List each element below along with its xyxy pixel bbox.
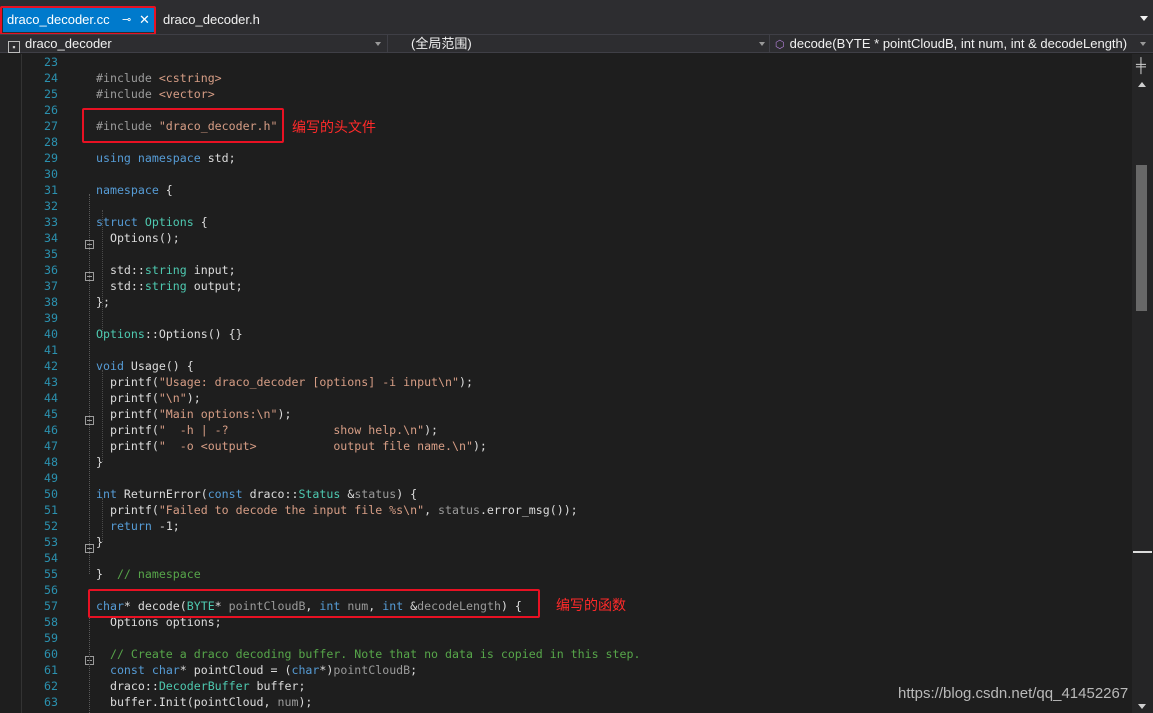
line-number: 47 — [44, 439, 58, 453]
line-number: 61 — [44, 663, 58, 677]
chevron-down-icon[interactable] — [759, 42, 765, 46]
line-number: 48 — [44, 455, 58, 469]
line-number: 24 — [44, 71, 58, 85]
line-number: 28 — [44, 135, 58, 149]
code-line[interactable]: } // namespace — [96, 566, 201, 582]
code-line[interactable]: namespace { — [96, 182, 173, 198]
line-number: 56 — [44, 583, 58, 597]
code-line[interactable]: void Usage() { — [96, 358, 194, 374]
line-number: 41 — [44, 343, 58, 357]
line-number: 49 — [44, 471, 58, 485]
scroll-up-icon[interactable] — [1138, 82, 1146, 87]
line-number: 51 — [44, 503, 58, 517]
chevron-down-icon[interactable] — [375, 42, 381, 46]
code-line[interactable]: #include <vector> — [96, 86, 215, 102]
header-annotation-box — [82, 108, 284, 143]
line-number: 57 — [44, 599, 58, 613]
line-number: 26 — [44, 103, 58, 117]
code-line[interactable]: buffer.Init(pointCloud, num); — [96, 694, 312, 710]
code-line[interactable]: Options(); — [96, 230, 180, 246]
tab-overflow-dropdown-icon[interactable] — [1140, 16, 1148, 21]
project-icon: ▪ — [8, 41, 20, 53]
code-line[interactable]: printf(" -o <output> output file name.\n… — [96, 438, 487, 454]
line-number: 43 — [44, 375, 58, 389]
line-number: 32 — [44, 199, 58, 213]
code-line[interactable]: printf("Usage: draco_decoder [options] -… — [96, 374, 473, 390]
line-number: 33 — [44, 215, 58, 229]
code-line[interactable]: struct Options { — [96, 214, 208, 230]
line-number: 46 — [44, 423, 58, 437]
line-number: 59 — [44, 631, 58, 645]
code-line[interactable]: Options::Options() {} — [96, 326, 243, 342]
code-line[interactable]: printf("Failed to decode the input file … — [96, 502, 578, 518]
line-number: 38 — [44, 295, 58, 309]
scope-dropdown[interactable]: (全局范围) — [411, 35, 472, 53]
scroll-down-icon[interactable] — [1138, 704, 1146, 709]
line-number: 50 — [44, 487, 58, 501]
header-annotation-label: 编写的头文件 — [292, 119, 376, 135]
line-number: 55 — [44, 567, 58, 581]
line-number: 29 — [44, 151, 58, 165]
line-number: 30 — [44, 167, 58, 181]
code-line[interactable]: printf(" -h | -? show help.\n"); — [96, 422, 438, 438]
line-number: 45 — [44, 407, 58, 421]
line-number: 54 — [44, 551, 58, 565]
function-annotation-label: 编写的函数 — [556, 597, 626, 613]
vertical-scrollbar[interactable] — [1132, 54, 1153, 713]
code-line[interactable]: const char* pointCloud = (char*)pointClo… — [96, 662, 417, 678]
split-window-icon[interactable]: ╪ — [1136, 58, 1146, 72]
tab-draco-decoder-h[interactable]: draco_decoder.h — [163, 8, 260, 32]
tab-highlight-box — [0, 6, 156, 35]
line-number: 23 — [44, 55, 58, 69]
line-number: 27 — [44, 119, 58, 133]
member-label: decode(BYTE * pointCloudB, int num, int … — [789, 36, 1128, 51]
line-number: 58 — [44, 615, 58, 629]
code-line[interactable]: using namespace std; — [96, 150, 236, 166]
function-icon: ⬡ — [775, 39, 785, 51]
code-line[interactable]: std::string input; — [96, 262, 236, 278]
line-number: 37 — [44, 279, 58, 293]
code-line[interactable]: printf("Main options:\n"); — [96, 406, 292, 422]
line-number: 60 — [44, 647, 58, 661]
line-number: 52 — [44, 519, 58, 533]
navigation-bar: ▪ draco_decoder (全局范围) ⬡ decode(BYTE * poi… — [0, 34, 1153, 53]
caret-position-marker — [1133, 551, 1152, 553]
code-line[interactable]: return -1; — [96, 518, 180, 534]
line-number: 62 — [44, 679, 58, 693]
line-number: 25 — [44, 87, 58, 101]
code-line[interactable]: std::string output; — [96, 278, 243, 294]
line-number: 53 — [44, 535, 58, 549]
line-number: 42 — [44, 359, 58, 373]
code-line[interactable]: int ReturnError(const draco::Status &sta… — [96, 486, 417, 502]
function-annotation-box — [88, 589, 540, 618]
code-line[interactable]: // Create a draco decoding buffer. Note … — [96, 646, 640, 662]
line-number: 36 — [44, 263, 58, 277]
line-number: 31 — [44, 183, 58, 197]
project-dropdown[interactable]: ▪ draco_decoder — [8, 35, 112, 53]
scrollbar-thumb[interactable] — [1136, 165, 1147, 311]
member-dropdown[interactable]: ⬡ decode(BYTE * pointCloudB, int num, int… — [775, 35, 1127, 53]
code-line[interactable]: draco::DecoderBuffer buffer; — [96, 678, 305, 694]
watermark: https://blog.csdn.net/qq_41452267 — [898, 685, 1129, 702]
line-number: 40 — [44, 327, 58, 341]
line-number: 39 — [44, 311, 58, 325]
line-number: 34 — [44, 231, 58, 245]
code-line[interactable]: #include <cstring> — [96, 70, 222, 86]
line-number: 44 — [44, 391, 58, 405]
line-number: 63 — [44, 695, 58, 709]
code-line[interactable]: printf("\n"); — [96, 390, 201, 406]
chevron-down-icon[interactable] — [1140, 42, 1146, 46]
document-tab-bar: draco_decoder.cc ⊸ ✕ draco_decoder.h — [0, 0, 1153, 35]
project-label: draco_decoder — [25, 36, 112, 51]
line-number: 35 — [44, 247, 58, 261]
